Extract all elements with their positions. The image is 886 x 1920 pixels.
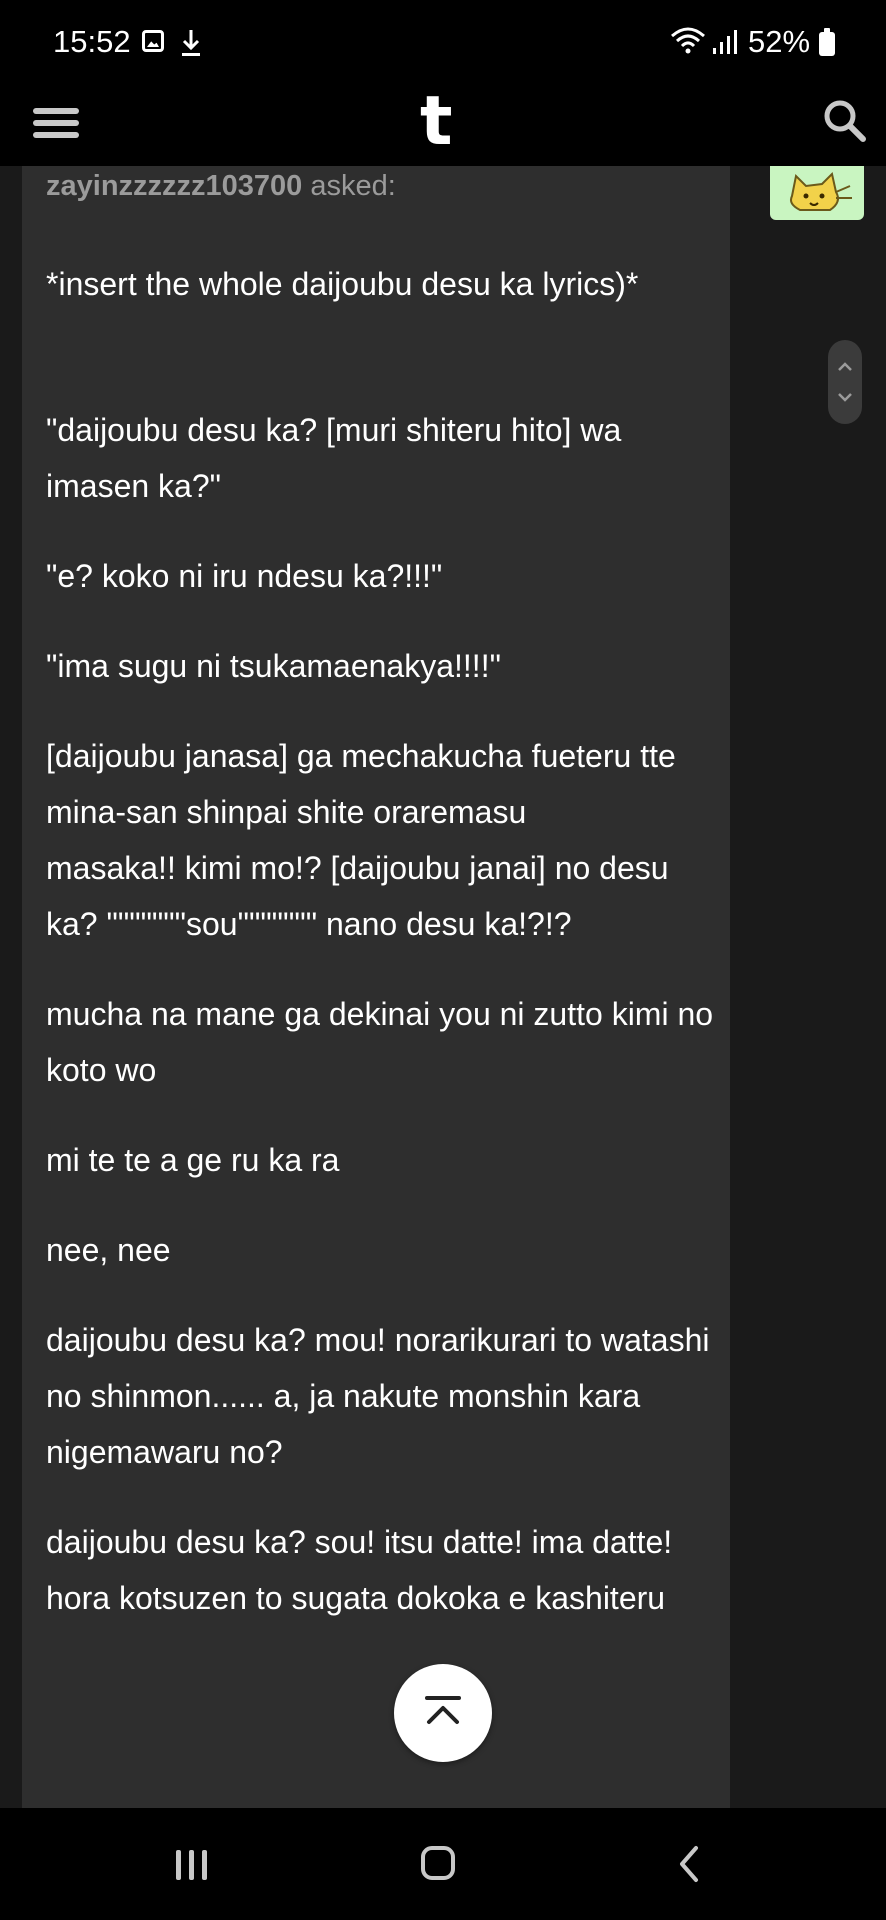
asker-avatar[interactable] xyxy=(770,166,864,220)
asked-label: asked: xyxy=(310,170,396,202)
asker-line: zayinzzzzzz103700 asked: xyxy=(46,170,396,203)
download-icon xyxy=(182,30,200,56)
scroll-handle[interactable] xyxy=(828,340,862,424)
answer-paragraph: "e? koko ni iru ndesu ka?!!!" xyxy=(46,558,443,594)
menu-icon[interactable] xyxy=(33,102,81,142)
battery-icon xyxy=(819,28,835,56)
back-icon[interactable] xyxy=(674,1844,704,1884)
answer-paragraph: mi te te a ge ru ka ra xyxy=(46,1142,340,1178)
answer-paragraph: [daijoubu janasa] ga mechakucha fueteru … xyxy=(46,738,676,942)
status-time: 15:52 xyxy=(53,24,131,59)
battery-percent: 52% xyxy=(748,24,811,59)
chevron-up-bar-icon xyxy=(425,1696,461,1724)
chevron-down-icon xyxy=(838,393,852,402)
ask-post: zayinzzzzzz103700 asked: *insert the who… xyxy=(22,166,750,1808)
answer-paragraph: daijoubu desu ka? sou! itsu datte! ima d… xyxy=(46,1524,673,1616)
tumblr-logo[interactable]: t xyxy=(420,82,453,161)
system-nav-bar xyxy=(0,1808,886,1920)
asker-username[interactable]: zayinzzzzzz103700 xyxy=(46,170,302,202)
image-icon xyxy=(142,30,164,52)
answer-paragraph: daijoubu desu ka? mou! norarikurari to w… xyxy=(46,1322,719,1470)
home-icon[interactable] xyxy=(421,1846,455,1880)
app-header: t xyxy=(0,82,886,166)
wifi-icon xyxy=(671,27,705,54)
cat-avatar-icon xyxy=(790,172,852,211)
search-icon[interactable] xyxy=(820,96,868,144)
ask-question: *insert the whole daijoubu desu ka lyric… xyxy=(46,266,639,302)
recents-icon[interactable] xyxy=(172,1850,212,1880)
dashboard-feed[interactable]: zayinzzzzzz103700 asked: *insert the who… xyxy=(0,166,886,1808)
answer-paragraph: "ima sugu ni tsukamaenakya!!!!" xyxy=(46,648,501,684)
scroll-to-top-button[interactable] xyxy=(394,1664,492,1762)
signal-icon xyxy=(713,30,737,54)
status-bar: 15:52 52% xyxy=(0,0,886,86)
answer-paragraph: "daijoubu desu ka? [muri shiteru hito] w… xyxy=(46,412,631,504)
post-body: *insert the whole daijoubu desu ka lyric… xyxy=(46,256,726,1660)
answer-paragraph: nee, nee xyxy=(46,1232,171,1268)
post-corner xyxy=(730,166,750,186)
answer-paragraph: mucha na mane ga dekinai you ni zutto ki… xyxy=(46,996,722,1088)
